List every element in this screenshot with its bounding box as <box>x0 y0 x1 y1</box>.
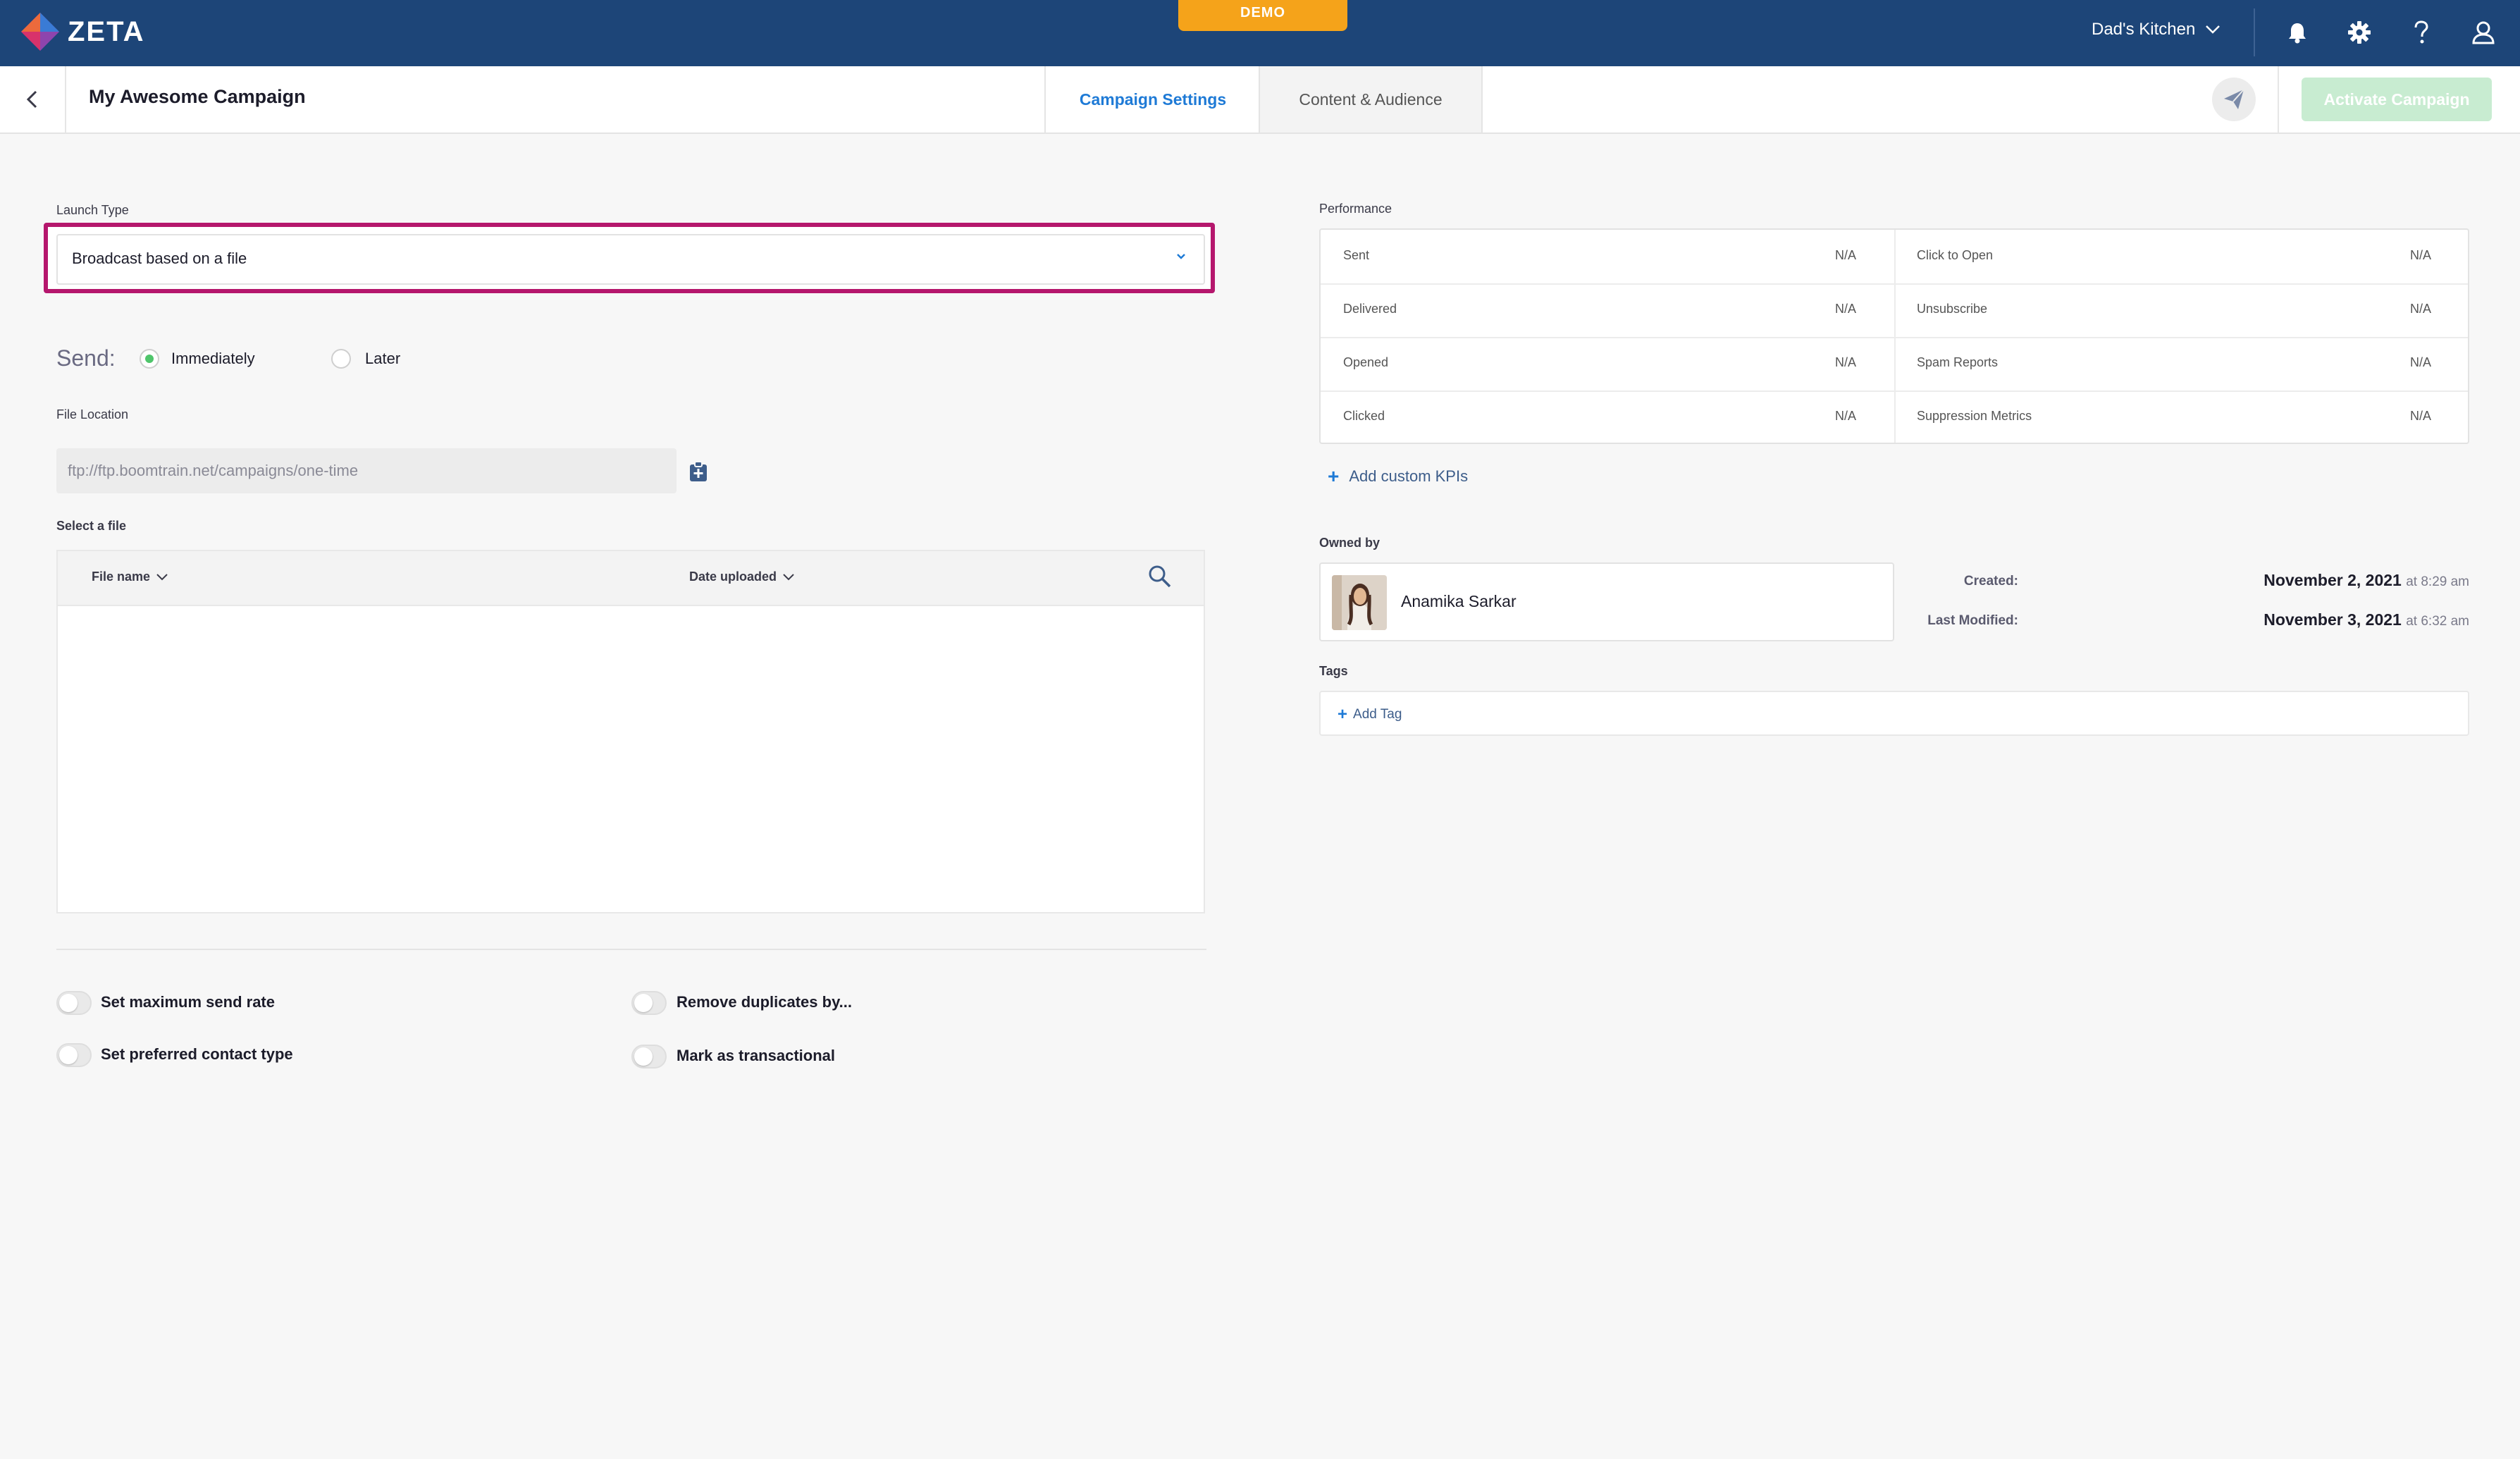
add-tag-button[interactable]: + Add Tag <box>1338 705 1402 725</box>
metric-value: N/A <box>2410 355 2432 369</box>
radio-immediately-label: Immediately <box>171 350 255 367</box>
metric-value: N/A <box>2410 409 2432 423</box>
metric-value: N/A <box>1835 302 1857 316</box>
performance-row: Delivered N/A Unsubscribe N/A <box>1321 283 2468 338</box>
chevron-down-icon <box>156 573 168 580</box>
metric-value: N/A <box>1835 409 1857 423</box>
modified-time: at 6:32 am <box>2406 614 2469 629</box>
tab-campaign-settings[interactable]: Campaign Settings <box>1044 66 1260 133</box>
select-file-label: Select a file <box>56 519 127 533</box>
launch-type-value: Broadcast based on a file <box>72 250 247 267</box>
account-switcher[interactable]: Dad's Kitchen <box>2092 20 2221 39</box>
radio-immediately[interactable] <box>140 349 159 369</box>
topbar-divider <box>2254 8 2255 56</box>
header-divider <box>2278 66 2279 133</box>
performance-row: Opened N/A Spam Reports N/A <box>1321 337 2468 392</box>
tab-content-audience[interactable]: Content & Audience <box>1259 66 1483 133</box>
owner-card[interactable]: Anamika Sarkar <box>1319 562 1894 641</box>
created-date: November 2, 2021 <box>2263 571 2402 589</box>
back-button[interactable] <box>16 83 48 116</box>
column-file-name-label: File name <box>92 570 151 584</box>
metric-name: Sent <box>1343 248 1370 262</box>
top-navigation-bar: ZETA DEMO Dad's Kitchen <box>0 0 2520 66</box>
owned-by-label: Owned by <box>1319 536 1381 550</box>
radio-later[interactable] <box>331 349 351 369</box>
brand-name: ZETA <box>68 16 145 47</box>
metric-name: Unsubscribe <box>1917 302 1988 316</box>
performance-table: Sent N/A Click to Open N/A Delivered N/A… <box>1319 228 2469 444</box>
plus-icon: + <box>1328 465 1340 487</box>
question-icon[interactable] <box>2407 18 2435 47</box>
toggle-remove-duplicates-label: Remove duplicates by... <box>677 993 853 1011</box>
toggle-transactional-label: Mark as transactional <box>677 1047 835 1064</box>
send-label: Send: <box>56 345 116 371</box>
chevron-down-icon <box>2206 25 2221 34</box>
performance-row: Clicked N/A Suppression Metrics N/A <box>1321 390 2468 444</box>
performance-row: Sent N/A Click to Open N/A <box>1321 230 2468 285</box>
launch-type-label: Launch Type <box>56 203 129 217</box>
chevron-left-icon <box>26 90 37 109</box>
modified-date: November 3, 2021 <box>2263 610 2402 629</box>
tags-field: + Add Tag <box>1319 691 2469 736</box>
add-tag-label: Add Tag <box>1353 707 1402 722</box>
modified-timestamp: November 3, 2021 at 6:32 am <box>2263 610 2469 629</box>
activate-campaign-button[interactable]: Activate Campaign <box>2302 78 2492 121</box>
metric-value: N/A <box>1835 355 1857 369</box>
metric-value: N/A <box>2410 248 2432 262</box>
metric-name: Delivered <box>1343 302 1397 316</box>
campaign-header-bar: My Awesome Campaign Campaign Settings Co… <box>0 66 2520 134</box>
toggle-max-send-rate-label: Set maximum send rate <box>101 993 275 1011</box>
file-table-header: File name Date uploaded <box>58 551 1204 606</box>
toggle-preferred-contact-label: Set preferred contact type <box>101 1045 293 1063</box>
chevron-down-icon <box>783 573 794 580</box>
add-custom-kpis-button[interactable]: + Add custom KPIs <box>1328 465 1468 488</box>
toggle-transactional[interactable] <box>631 1045 667 1069</box>
column-file-name[interactable]: File name <box>92 570 168 584</box>
toggle-preferred-contact[interactable] <box>56 1043 92 1067</box>
metric-name: Suppression Metrics <box>1917 409 2032 423</box>
zeta-logo[interactable]: ZETA <box>18 10 144 54</box>
zeta-diamond-logo-icon <box>21 13 59 51</box>
file-table: File name Date uploaded <box>56 550 1205 913</box>
column-date-uploaded[interactable]: Date uploaded <box>689 570 795 584</box>
avatar <box>1332 575 1387 630</box>
radio-later-label: Later <box>365 350 401 367</box>
plus-icon: + <box>1338 705 1348 724</box>
created-label: Created: <box>1963 574 2018 589</box>
created-time: at 8:29 am <box>2406 574 2469 589</box>
metric-name: Spam Reports <box>1917 355 1999 369</box>
metric-value: N/A <box>2410 302 2432 316</box>
gear-icon[interactable] <box>2345 18 2373 47</box>
metric-name: Click to Open <box>1917 248 1994 262</box>
send-test-button[interactable] <box>2212 78 2256 121</box>
metric-name: Clicked <box>1343 409 1385 423</box>
demo-badge: DEMO <box>1178 0 1347 31</box>
metric-value: N/A <box>1835 248 1857 262</box>
column-date-uploaded-label: Date uploaded <box>689 570 777 584</box>
created-timestamp: November 2, 2021 at 8:29 am <box>2263 571 2469 590</box>
launch-type-highlight: Broadcast based on a file <box>44 223 1215 293</box>
tags-label: Tags <box>1319 664 1348 678</box>
section-divider <box>56 949 1206 950</box>
user-icon[interactable] <box>2469 18 2497 47</box>
header-divider <box>65 66 66 133</box>
file-location-field[interactable]: ftp://ftp.boomtrain.net/campaigns/one-ti… <box>56 448 677 493</box>
last-modified-label: Last Modified: <box>1927 613 2018 628</box>
bell-icon[interactable] <box>2283 18 2311 47</box>
campaign-title: My Awesome Campaign <box>89 86 306 107</box>
account-name: Dad's Kitchen <box>2092 20 2196 39</box>
add-custom-kpis-label: Add custom KPIs <box>1349 467 1469 485</box>
file-location-label: File Location <box>56 407 129 421</box>
metric-name: Opened <box>1343 355 1389 369</box>
search-icon[interactable] <box>1147 564 1173 589</box>
owner-name: Anamika Sarkar <box>1401 592 1517 610</box>
performance-label: Performance <box>1319 202 1392 216</box>
launch-type-select[interactable]: Broadcast based on a file <box>56 234 1205 285</box>
clipboard-plus-icon[interactable] <box>688 461 709 482</box>
toggle-remove-duplicates[interactable] <box>631 991 667 1015</box>
toggle-max-send-rate[interactable] <box>56 991 92 1015</box>
paper-plane-icon <box>2224 89 2244 109</box>
chevron-down-icon <box>1177 254 1185 259</box>
